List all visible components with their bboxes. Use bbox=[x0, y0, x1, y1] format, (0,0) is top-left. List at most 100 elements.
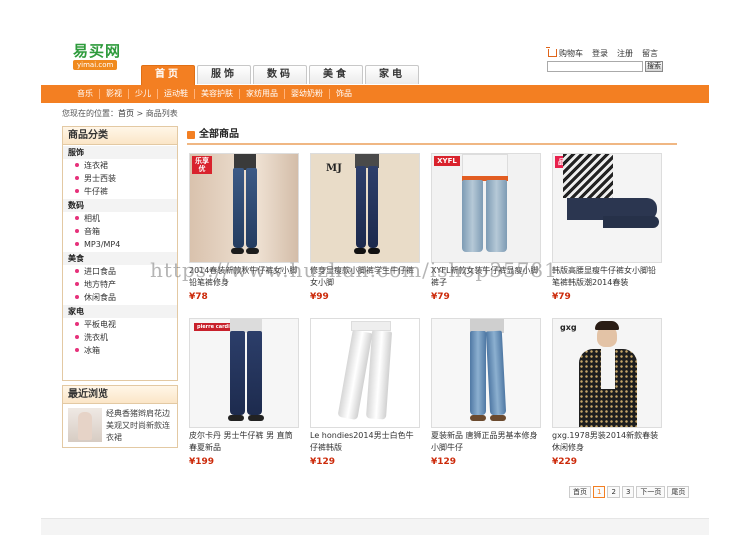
next-page-button[interactable]: 下一页 bbox=[636, 486, 666, 498]
category-item[interactable]: 休闲食品 bbox=[63, 291, 177, 304]
subnav-item[interactable]: 音乐 bbox=[71, 89, 100, 99]
cart-icon bbox=[546, 46, 557, 57]
content-title-label: 全部商品 bbox=[199, 129, 239, 140]
category-item[interactable]: 平板电视 bbox=[63, 318, 177, 331]
category-item-label: 洗衣机 bbox=[84, 333, 108, 342]
tab-home[interactable]: 首页 bbox=[141, 65, 195, 85]
tab-food[interactable]: 美食 bbox=[309, 65, 363, 84]
bullet-icon bbox=[75, 216, 79, 220]
category-item-label: 连衣裙 bbox=[84, 161, 108, 170]
cart-link[interactable]: 购物车 bbox=[546, 46, 583, 59]
product-badge: MJ bbox=[326, 163, 342, 174]
bullet-icon bbox=[75, 295, 79, 299]
product-image[interactable]: 品牌 bbox=[552, 153, 662, 263]
category-item-label: 牛仔裤 bbox=[84, 187, 108, 196]
page-number-button[interactable]: 2 bbox=[607, 486, 620, 498]
bullet-icon bbox=[75, 189, 79, 193]
tab-digital[interactable]: 数码 bbox=[253, 65, 307, 84]
category-item-label: 地方特产 bbox=[84, 280, 116, 289]
bullet-icon bbox=[75, 163, 79, 167]
product-card: pierre cardin 皮尔卡丹 男士牛仔裤 男 直筒 春夏新品 ¥199 bbox=[189, 318, 299, 467]
product-card: 品牌 韩版高腰显瘦牛仔裤女小脚铅笔裤韩版潮2014春装 ¥79 bbox=[552, 153, 662, 302]
product-price: ¥229 bbox=[552, 457, 578, 467]
content-title: 全部商品 bbox=[187, 128, 677, 145]
breadcrumb-prefix: 您现在的位置： bbox=[62, 109, 118, 118]
site-logo[interactable]: 易买网 yimai.com bbox=[73, 42, 131, 70]
subnav-item[interactable]: 美容护肤 bbox=[195, 89, 240, 99]
category-item-label: 相机 bbox=[84, 214, 100, 223]
breadcrumb-separator: > bbox=[134, 109, 146, 118]
subnav-item[interactable]: 婴幼奶粉 bbox=[285, 89, 330, 99]
first-page-button[interactable]: 首页 bbox=[569, 486, 591, 498]
subnav-item[interactable]: 运动鞋 bbox=[158, 89, 195, 99]
subnav-item[interactable]: 少儿 bbox=[129, 89, 158, 99]
product-image[interactable]: 乐享优 bbox=[189, 153, 299, 263]
register-link[interactable]: 注册 bbox=[617, 48, 633, 59]
category-item[interactable]: 牛仔裤 bbox=[63, 185, 177, 198]
product-name[interactable]: 韩版高腰显瘦牛仔裤女小脚铅笔裤韩版潮2014春装 bbox=[552, 265, 662, 291]
product-image[interactable]: pierre cardin bbox=[189, 318, 299, 428]
breadcrumb-current: 商品列表 bbox=[145, 109, 178, 118]
product-card: Le hondies2014男士白色牛仔裤韩版 ¥129 bbox=[310, 318, 420, 467]
category-group-title[interactable]: 数码 bbox=[63, 199, 177, 212]
subnav-item[interactable]: 影视 bbox=[100, 89, 129, 99]
category-group-title[interactable]: 服饰 bbox=[63, 146, 177, 159]
product-name[interactable]: gxg.1978男装2014新款春装休闲修身 bbox=[552, 430, 662, 456]
last-page-button[interactable]: 尾页 bbox=[667, 486, 690, 498]
category-item-label: 进口食品 bbox=[84, 267, 116, 276]
product-name[interactable]: Le hondies2014男士白色牛仔裤韩版 bbox=[310, 430, 420, 456]
category-item-label: 男士西装 bbox=[84, 174, 116, 183]
category-item[interactable]: MP3/MP4 bbox=[63, 238, 177, 251]
subnav-item[interactable]: 饰品 bbox=[330, 89, 358, 99]
category-item-label: 音箱 bbox=[84, 227, 100, 236]
tab-apparel[interactable]: 服饰 bbox=[197, 65, 251, 84]
bullet-icon bbox=[75, 335, 79, 339]
product-price: ¥79 bbox=[431, 292, 450, 302]
product-card: 夏装新品 唐狮正品男基本修身小脚牛仔 ¥129 bbox=[431, 318, 541, 467]
page-number-button[interactable]: 3 bbox=[621, 486, 635, 498]
product-name[interactable]: 皮尔卡丹 男士牛仔裤 男 直筒 春夏新品 bbox=[189, 430, 299, 456]
sub-nav-bar: 音乐 影视 少儿 运动鞋 美容护肤 家纺用品 婴幼奶粉 饰品 bbox=[41, 85, 709, 103]
subnav-item[interactable]: 家纺用品 bbox=[240, 89, 285, 99]
category-item-label: 休闲食品 bbox=[84, 293, 116, 302]
category-item[interactable]: 洗衣机 bbox=[63, 331, 177, 344]
category-item[interactable]: 冰箱 bbox=[63, 344, 177, 357]
bullet-icon bbox=[75, 229, 79, 233]
product-image[interactable] bbox=[310, 318, 420, 428]
product-price: ¥199 bbox=[189, 457, 215, 467]
bullet-icon bbox=[75, 269, 79, 273]
page-number-button[interactable]: 1 bbox=[593, 486, 606, 498]
category-item[interactable]: 音箱 bbox=[63, 225, 177, 238]
product-name[interactable]: 夏装新品 唐狮正品男基本修身小脚牛仔 bbox=[431, 430, 541, 456]
pagination: 首页 1 2 3 下一页 尾页 bbox=[569, 486, 690, 498]
category-item[interactable]: 连衣裙 bbox=[63, 159, 177, 172]
product-image[interactable] bbox=[431, 318, 541, 428]
search-button[interactable]: 搜索 bbox=[645, 61, 663, 72]
product-image[interactable]: gxg bbox=[552, 318, 662, 428]
bullet-icon bbox=[75, 242, 79, 246]
category-item[interactable]: 相机 bbox=[63, 212, 177, 225]
recent-item-title[interactable]: 经典香猪辫肩花边美观又时尚新款连衣裙 bbox=[106, 408, 176, 444]
product-image[interactable]: MJ bbox=[310, 153, 420, 263]
bullet-icon bbox=[75, 348, 79, 352]
message-link[interactable]: 留言 bbox=[642, 48, 658, 59]
recent-item[interactable]: 经典香猪辫肩花边美观又时尚新款连衣裙 bbox=[68, 408, 174, 446]
recent-item-thumbnail[interactable] bbox=[68, 408, 102, 442]
category-item[interactable]: 男士西装 bbox=[63, 172, 177, 185]
bullet-icon bbox=[75, 322, 79, 326]
tab-appliances[interactable]: 家电 bbox=[365, 65, 419, 84]
product-price: ¥79 bbox=[552, 292, 571, 302]
search-input[interactable] bbox=[547, 61, 643, 72]
product-price: ¥129 bbox=[310, 457, 336, 467]
product-price: ¥129 bbox=[431, 457, 457, 467]
category-item-label: 冰箱 bbox=[84, 346, 100, 355]
category-panel: 商品分类 服饰 连衣裙 男士西装 牛仔裤 数码 相机 音箱 MP3/MP4 美食… bbox=[62, 126, 178, 381]
category-group-title[interactable]: 家电 bbox=[63, 305, 177, 318]
recent-panel-title: 最近浏览 bbox=[63, 386, 177, 404]
login-link[interactable]: 登录 bbox=[592, 48, 608, 59]
product-image[interactable]: XYFL bbox=[431, 153, 541, 263]
product-badge: 乐享优 bbox=[192, 156, 212, 174]
bullet-icon bbox=[75, 176, 79, 180]
breadcrumb-home[interactable]: 首页 bbox=[118, 109, 134, 118]
section-icon bbox=[187, 131, 195, 139]
